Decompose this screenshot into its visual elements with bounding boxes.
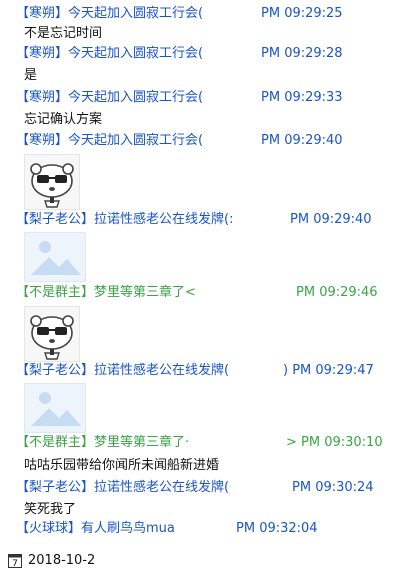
sender-name: 【寒朔】今天起加入圆寂工行会( (16, 133, 204, 148)
date-label: 2018-10-2 (28, 553, 96, 568)
calendar-icon: 7 (8, 554, 22, 568)
sender-name: 【寒朔】今天起加入圆寂工行会( (16, 6, 204, 21)
timestamp: PM 09:29:28 (261, 46, 343, 61)
timestamp: ) PM 09:29:47 (283, 363, 374, 378)
cat-sticker-image[interactable] (24, 306, 80, 362)
image-placeholder-icon (31, 241, 81, 275)
message-header: 【寒朔】今天起加入圆寂工行会( PM 09:29:25 (16, 5, 396, 23)
message-header: 【梨子老公】拉诺性感老公在线发牌( PM 09:30:24 (16, 479, 396, 497)
timestamp: PM 09:29:40 (261, 133, 343, 148)
sender-name: 【不是群主】梦里等第三章了· (16, 435, 190, 450)
message-header: 【梨子老公】拉诺性感老公在线发牌( ) PM 09:29:47 (16, 362, 396, 380)
timestamp: PM 09:32:04 (236, 521, 318, 536)
sender-name: 【梨子老公】拉诺性感老公在线发牌( (16, 480, 230, 495)
message-header: 【不是群主】梦里等第三章了· > PM 09:30:10 (16, 434, 396, 452)
message-header: 【寒朔】今天起加入圆寂工行会( PM 09:29:33 (16, 89, 396, 107)
message-header: 【寒朔】今天起加入圆寂工行会( PM 09:29:40 (16, 132, 396, 150)
timestamp: > PM 09:30:10 (286, 435, 383, 450)
sender-name: 【梨子老公】拉诺性感老公在线发牌(: (16, 212, 234, 227)
date-footer: 7 2018-10-2 (8, 552, 95, 570)
sender-name: 【寒朔】今天起加入圆寂工行会( (16, 46, 204, 61)
message-text: 是 (24, 68, 38, 83)
image-placeholder[interactable] (24, 232, 86, 282)
timestamp: PM 09:29:25 (261, 6, 343, 21)
message-text: 忘记确认方案 (24, 112, 103, 127)
message-text: 咕咕乐园带给你闻所未闻船新进婚 (24, 458, 220, 473)
sender-name: 【火球球】有人刷鸟鸟mua (16, 521, 175, 536)
message-text: 不是忘记时间 (24, 26, 103, 41)
cat-sticker-image[interactable] (24, 154, 80, 210)
calendar-day: 7 (12, 559, 18, 568)
sender-name: 【梨子老公】拉诺性感老公在线发牌( (16, 363, 230, 378)
image-placeholder-icon (31, 392, 81, 426)
cat-sticker-icon (30, 315, 74, 360)
cat-sticker-icon (30, 163, 74, 208)
image-placeholder[interactable] (24, 383, 86, 433)
message-text: 笑死我了 (24, 502, 77, 517)
message-header: 【寒朔】今天起加入圆寂工行会( PM 09:29:28 (16, 45, 396, 63)
message-header: 【梨子老公】拉诺性感老公在线发牌(: PM 09:29:40 (16, 211, 396, 229)
sender-name: 【寒朔】今天起加入圆寂工行会( (16, 90, 204, 105)
timestamp: PM 09:29:33 (261, 90, 343, 105)
timestamp: PM 09:30:24 (292, 480, 374, 495)
chat-log: 【寒朔】今天起加入圆寂工行会( PM 09:29:25 不是忘记时间 【寒朔】今… (0, 0, 412, 576)
sender-name: 【不是群主】梦里等第三章了< (16, 285, 196, 300)
timestamp: PM 09:29:46 (296, 285, 378, 300)
message-header: 【不是群主】梦里等第三章了< PM 09:29:46 (16, 284, 396, 302)
message-header: 【火球球】有人刷鸟鸟mua PM 09:32:04 (16, 520, 396, 538)
timestamp: PM 09:29:40 (290, 212, 372, 227)
